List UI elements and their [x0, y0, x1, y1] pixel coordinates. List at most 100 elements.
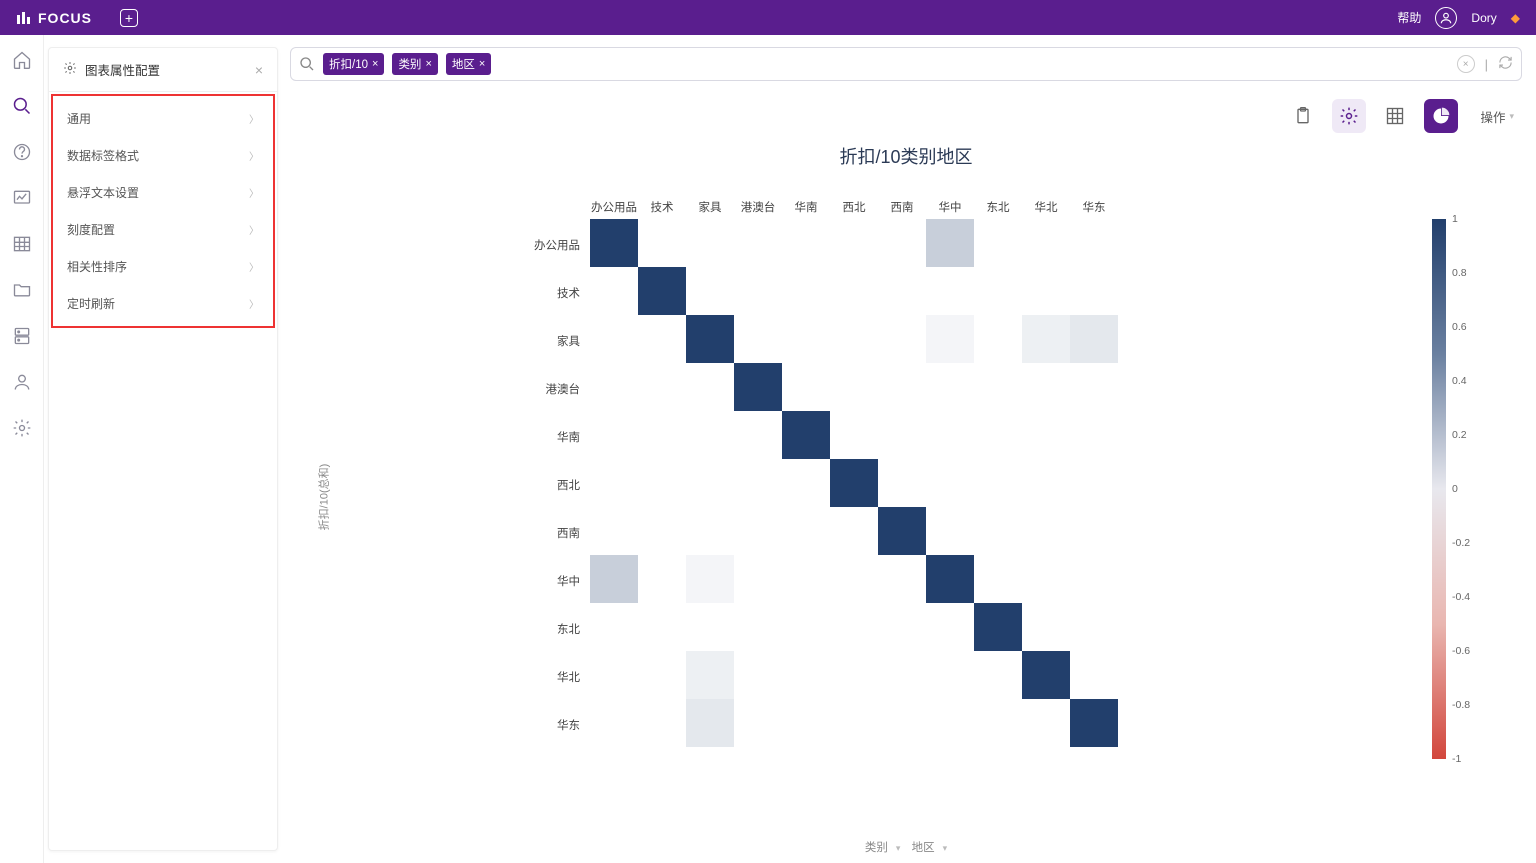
left-nav: [0, 35, 44, 863]
chip-discount[interactable]: 折扣/10×: [323, 53, 384, 75]
row-header: 西南: [500, 525, 580, 541]
refresh-icon[interactable]: [1498, 55, 1513, 73]
heatmap-cell[interactable]: [686, 555, 734, 603]
legend-tick: -0.2: [1452, 537, 1470, 549]
topbar: FOCUS + 帮助 Dory ◆: [0, 0, 1536, 35]
heatmap-cell[interactable]: [1022, 651, 1070, 699]
nav-search-icon[interactable]: [11, 95, 33, 117]
foot-category[interactable]: 类别: [865, 842, 888, 854]
user-name[interactable]: Dory: [1471, 11, 1496, 25]
legend-tick: 0.6: [1452, 321, 1467, 333]
nav-folder-icon[interactable]: [11, 279, 33, 301]
heatmap-cell[interactable]: [926, 315, 974, 363]
col-header: 家具: [686, 199, 734, 215]
chevron-down-icon: ▾: [1509, 111, 1514, 122]
foot-region[interactable]: 地区: [912, 842, 935, 854]
help-link[interactable]: 帮助: [1397, 9, 1421, 26]
y-axis-label: 折扣/10(总和): [315, 464, 331, 531]
nav-chart-icon[interactable]: [11, 187, 33, 209]
legend-tick: -0.8: [1452, 699, 1470, 711]
heatmap-cell[interactable]: [926, 219, 974, 267]
legend-tick: 0.2: [1452, 429, 1467, 441]
prop-scale[interactable]: 刻度配置〉: [53, 211, 273, 248]
remove-icon[interactable]: ×: [479, 58, 485, 70]
prop-label-format[interactable]: 数据标签格式〉: [53, 137, 273, 174]
legend-tick: -0.4: [1452, 591, 1470, 603]
prop-correlation[interactable]: 相关性排序〉: [53, 248, 273, 285]
col-header: 办公用品: [590, 199, 638, 215]
chevron-right-icon: 〉: [249, 296, 259, 311]
chevron-right-icon: 〉: [249, 148, 259, 163]
heatmap-cell[interactable]: [590, 555, 638, 603]
divider: |: [1485, 57, 1488, 72]
prop-hover-text[interactable]: 悬浮文本设置〉: [53, 174, 273, 211]
heatmap-cell[interactable]: [782, 411, 830, 459]
col-header: 西北: [830, 199, 878, 215]
heatmap-cell[interactable]: [974, 603, 1022, 651]
prop-general[interactable]: 通用〉: [53, 100, 273, 137]
col-header: 港澳台: [734, 199, 782, 215]
prop-refresh[interactable]: 定时刷新〉: [53, 285, 273, 322]
legend-tick: 1: [1452, 213, 1458, 225]
heatmap-cell[interactable]: [590, 219, 638, 267]
remove-icon[interactable]: ×: [372, 58, 378, 70]
col-header: 西南: [878, 199, 926, 215]
col-header: 东北: [974, 199, 1022, 215]
search-bar[interactable]: 折扣/10× 类别× 地区× × |: [290, 47, 1522, 81]
row-header: 家具: [500, 333, 580, 349]
diamond-icon: ◆: [1511, 11, 1520, 25]
col-header: 华南: [782, 199, 830, 215]
properties-list: 通用〉 数据标签格式〉 悬浮文本设置〉 刻度配置〉 相关性排序〉 定时刷新〉: [51, 94, 275, 328]
heatmap-cell[interactable]: [686, 699, 734, 747]
chevron-right-icon: 〉: [249, 111, 259, 126]
add-button[interactable]: +: [120, 9, 138, 27]
chart-type-button[interactable]: [1424, 99, 1458, 133]
close-icon[interactable]: ×: [255, 62, 263, 78]
legend-tick: -0.6: [1452, 645, 1470, 657]
col-header: 华北: [1022, 199, 1070, 215]
settings-button[interactable]: [1332, 99, 1366, 133]
chart-title: 折扣/10类别地区: [290, 143, 1522, 169]
color-legend: 10.80.60.40.20-0.2-0.4-0.6-0.8-1: [1432, 219, 1446, 759]
legend-tick: -1: [1452, 753, 1461, 765]
avatar[interactable]: [1435, 7, 1457, 29]
heatmap-cell[interactable]: [1070, 699, 1118, 747]
heatmap-cell[interactable]: [686, 651, 734, 699]
clipboard-button[interactable]: [1286, 99, 1320, 133]
heatmap-cell[interactable]: [734, 363, 782, 411]
chevron-right-icon: 〉: [249, 222, 259, 237]
nav-table-icon[interactable]: [11, 233, 33, 255]
col-header: 华东: [1070, 199, 1118, 215]
nav-help-icon[interactable]: [11, 141, 33, 163]
legend-tick: 0: [1452, 483, 1458, 495]
legend-tick: 0.4: [1452, 375, 1467, 387]
heatmap-cell[interactable]: [878, 507, 926, 555]
heatmap-cell[interactable]: [830, 459, 878, 507]
grid-button[interactable]: [1378, 99, 1412, 133]
operate-button[interactable]: 操作▾: [1480, 107, 1514, 126]
chip-region[interactable]: 地区×: [446, 53, 491, 75]
heatmap-cell[interactable]: [926, 555, 974, 603]
row-header: 华中: [500, 573, 580, 589]
nav-home-icon[interactable]: [11, 49, 33, 71]
heatmap-cell[interactable]: [1022, 315, 1070, 363]
chart-toolbar: 操作▾: [290, 81, 1522, 139]
chip-category[interactable]: 类别×: [392, 53, 437, 75]
remove-icon[interactable]: ×: [425, 58, 431, 70]
heatmap-cell[interactable]: [1070, 315, 1118, 363]
row-header: 技术: [500, 285, 580, 301]
row-header: 东北: [500, 621, 580, 637]
heatmap-cell[interactable]: [686, 315, 734, 363]
legend-tick: 0.8: [1452, 267, 1467, 279]
nav-settings-icon[interactable]: [11, 417, 33, 439]
search-icon: [299, 56, 315, 72]
properties-panel: 图表属性配置 × 通用〉 数据标签格式〉 悬浮文本设置〉 刻度配置〉 相关性排序…: [48, 47, 278, 851]
app-name: FOCUS: [38, 10, 92, 26]
heatmap-cell[interactable]: [638, 267, 686, 315]
nav-user-icon[interactable]: [11, 371, 33, 393]
row-header: 华南: [500, 429, 580, 445]
clear-icon[interactable]: ×: [1457, 55, 1475, 73]
nav-server-icon[interactable]: [11, 325, 33, 347]
row-header: 华东: [500, 717, 580, 733]
col-header: 华中: [926, 199, 974, 215]
